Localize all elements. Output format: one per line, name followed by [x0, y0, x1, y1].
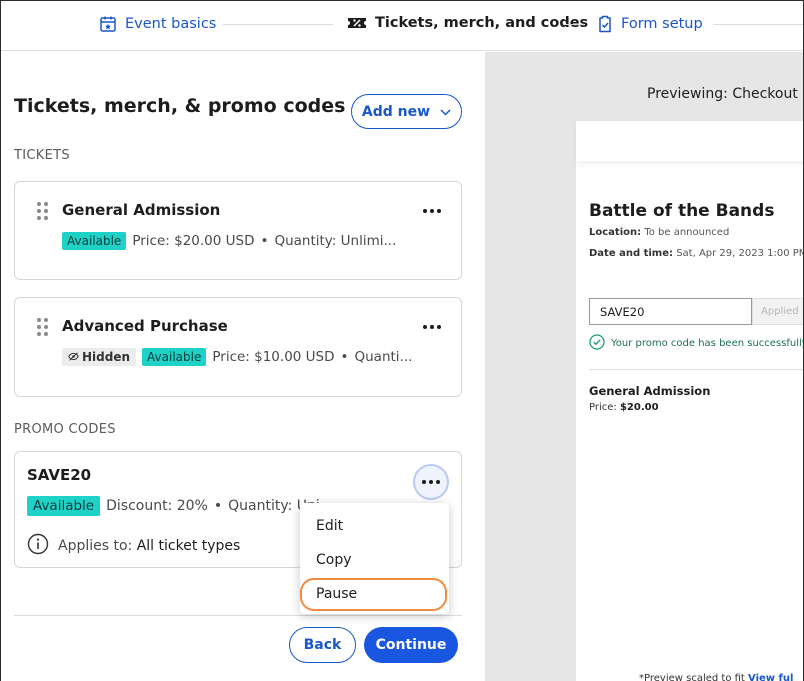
success-text: Your promo code has been successfully [611, 338, 803, 349]
event-location: Location: To be announced [589, 227, 729, 238]
checkout-preview-panel: Previewing: Checkout ex Battle of the Ba… [485, 52, 803, 681]
step-tickets-merch-codes[interactable]: Tickets, merch, and codes [347, 15, 588, 31]
ticket-meta: Available Price: $20.00 USD • Quantity: … [62, 232, 396, 250]
status-badge: Available [142, 348, 207, 366]
preview-ticket-name: General Admission [589, 384, 711, 398]
promo-success-message: Your promo code has been successfully [589, 334, 803, 353]
ticket-name: Advanced Purchase [62, 317, 228, 335]
ticket-price: Price: $10.00 USD [212, 349, 335, 365]
stepper: Event basics Tickets, merch, and codes F… [1, 1, 803, 51]
preview-divider [589, 369, 803, 370]
ticket-quantity: Quantity: Unlimi... [274, 233, 397, 249]
preview-topbar [576, 121, 803, 161]
eye-off-icon [68, 350, 79, 364]
step-event-basics[interactable]: Event basics [99, 15, 216, 33]
preview-ticket-price: Price: $20.00 [589, 402, 659, 413]
applies-to: Applies to: All ticket types [27, 533, 240, 559]
menu-item-pause[interactable]: Pause [316, 586, 357, 602]
page-title: Tickets, merch, & promo codes [14, 95, 346, 117]
ticket-name: General Admission [62, 201, 221, 219]
menu-item-edit[interactable]: Edit [316, 518, 343, 534]
back-button[interactable]: Back [289, 627, 356, 663]
check-circle-icon [589, 334, 605, 353]
separator-dot: • [213, 498, 223, 514]
promo-section-label: PROMO CODES [14, 422, 116, 437]
event-date: Date and time: Sat, Apr 29, 2023 1:00 PM [589, 248, 803, 259]
footer-divider [14, 615, 462, 616]
step-label: Event basics [125, 16, 217, 32]
add-new-label: Add new [361, 103, 431, 120]
date-value: Sat, Apr 29, 2023 1:00 PM [676, 248, 803, 259]
promo-options-menu: Edit Copy Pause [300, 503, 449, 614]
price-value: $20.00 [619, 402, 659, 413]
applied-button[interactable]: Applied [752, 298, 803, 325]
promo-code-name: SAVE20 [27, 466, 92, 484]
drag-handle-icon[interactable] [37, 202, 49, 222]
location-value: To be announced [644, 227, 730, 238]
more-options-icon[interactable] [413, 464, 449, 500]
tickets-section-label: TICKETS [14, 148, 70, 163]
separator-dot: • [340, 349, 349, 365]
add-new-button[interactable]: Add new [351, 94, 462, 129]
step-divider [223, 24, 333, 25]
more-options-icon[interactable] [423, 209, 441, 213]
event-title: Battle of the Bands [589, 201, 775, 221]
note-text: *Preview scaled to fit [639, 673, 745, 681]
clipboard-check-icon [597, 15, 613, 33]
continue-button[interactable]: Continue [364, 627, 458, 663]
preview-label: Previewing: Checkout ex [647, 86, 803, 102]
ticket-quantity: Quanti... [354, 349, 413, 365]
location-label: Location: [589, 227, 642, 238]
step-form-setup[interactable]: Form setup [597, 15, 703, 33]
chevron-down-icon [440, 104, 451, 120]
preview-note: *Preview scaled to fit View ful [639, 673, 793, 681]
view-full-link[interactable]: View ful [748, 673, 793, 681]
date-label: Date and time: [589, 248, 674, 259]
applies-prefix: Applies to: [58, 538, 133, 554]
drag-handle-icon[interactable] [37, 318, 49, 338]
more-options-icon[interactable] [423, 325, 441, 329]
calendar-star-icon [99, 15, 117, 33]
preview-card: Battle of the Bands Location: To be anno… [576, 121, 803, 681]
ticket-price: Price: $20.00 USD [132, 233, 255, 249]
promo-discount: Discount: 20% [106, 498, 208, 514]
ticket-card-general-admission[interactable]: General Admission Available Price: $20.0… [14, 181, 462, 280]
price-label: Price: [589, 402, 617, 413]
ticket-percent-icon [347, 15, 367, 31]
status-badge: Available [27, 496, 101, 516]
ticket-card-advanced-purchase[interactable]: Advanced Purchase Hidden Available Price… [14, 297, 462, 397]
separator-dot: • [260, 233, 269, 249]
step-label: Tickets, merch, and codes [375, 15, 589, 31]
promo-meta: Available Discount: 20% • Quantity: Uni [27, 496, 320, 516]
step-divider [713, 24, 803, 25]
promo-code-input[interactable]: SAVE20 [589, 298, 752, 325]
step-label: Form setup [621, 16, 703, 32]
status-badge: Available [62, 232, 127, 250]
info-icon [27, 533, 49, 559]
menu-item-copy[interactable]: Copy [316, 552, 352, 568]
step-divider [564, 24, 584, 25]
hidden-label: Hidden [82, 350, 131, 364]
ticket-meta: Hidden Available Price: $10.00 USD • Qua… [62, 348, 412, 366]
applies-value: All ticket types [136, 538, 241, 554]
hidden-badge: Hidden [62, 348, 137, 366]
